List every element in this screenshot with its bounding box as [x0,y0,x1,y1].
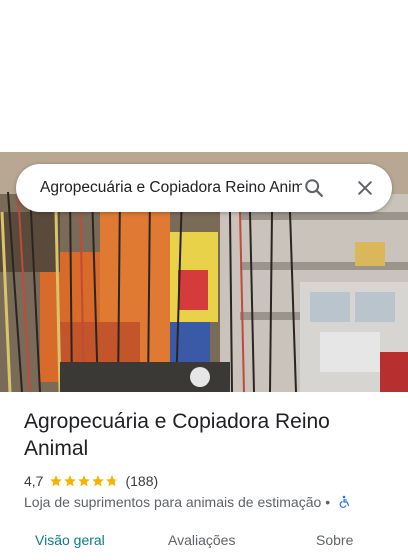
search-icon [305,179,323,197]
rating-value: 4,7 [24,473,44,489]
search-input[interactable]: Agropecuária e Copiadora Reino Animal [40,178,302,198]
tab-overview[interactable]: Visão geral [35,530,105,550]
category-row: Loja de suprimentos para animais de esti… [24,492,351,512]
star-icon [64,475,77,487]
separator: • [325,494,331,510]
star-icon [92,475,105,487]
rating-row[interactable]: 4,7 (188) [24,471,158,491]
star-half-icon [106,475,119,487]
place-title: Agropecuária e Copiadora Reino Animal [24,410,330,460]
place-category[interactable]: Loja de suprimentos para animais de esti… [24,494,321,510]
clear-search-button[interactable] [350,173,380,203]
place-tabs: Visão geral Avaliações Sobre [0,530,408,560]
close-icon [358,181,372,195]
review-count[interactable]: (188) [125,473,158,489]
tab-about[interactable]: Sobre [316,530,353,550]
tab-reviews[interactable]: Avaliações [168,530,235,550]
wheelchair-icon [339,495,350,508]
star-rating [49,474,119,488]
star-icon [78,475,91,487]
star-icon [50,475,63,487]
accessibility-badge[interactable] [337,495,351,509]
search-button[interactable] [299,173,329,203]
search-bar[interactable]: Agropecuária e Copiadora Reino Animal [16,164,392,212]
